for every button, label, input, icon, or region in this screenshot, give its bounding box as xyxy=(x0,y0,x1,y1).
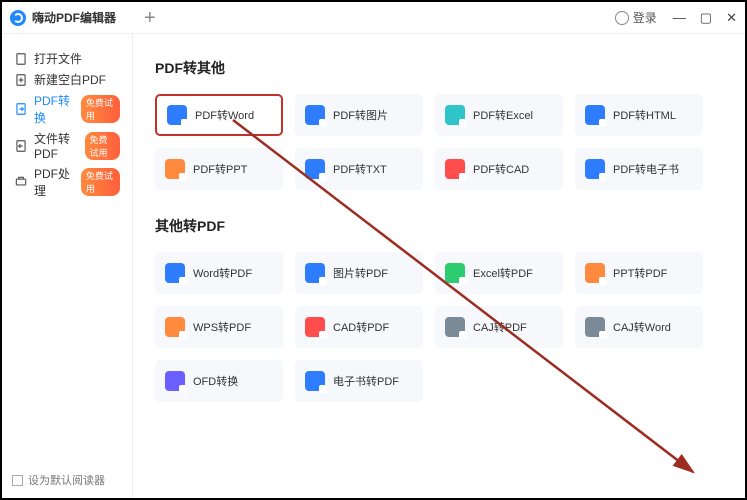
nav-icon xyxy=(14,52,28,66)
badge: 免费试用 xyxy=(85,132,121,160)
tool-label: PDF转CAD xyxy=(473,161,529,177)
tool-0-2[interactable]: PDF转Excel xyxy=(435,94,563,136)
sidebar-item-4[interactable]: PDF处理免费试用 xyxy=(10,163,124,201)
tool-label: CAD转PDF xyxy=(333,319,389,335)
tool-grid-0: PDF转Word PDF转图片 PDF转Excel PDF转HTML PDF转PPT PD… xyxy=(155,94,723,190)
app-title: 嗨动PDF编辑器 xyxy=(32,9,116,26)
tool-0-0[interactable]: PDF转Word xyxy=(155,94,283,136)
login-label: 登录 xyxy=(633,9,657,26)
nav-icon xyxy=(14,73,28,87)
tool-0-4[interactable]: PDF转PPT xyxy=(155,148,283,190)
tool-icon xyxy=(445,263,465,283)
tool-icon xyxy=(167,105,187,125)
tool-icon xyxy=(165,317,185,337)
close-button[interactable]: ✕ xyxy=(726,10,737,26)
default-reader-checkbox[interactable]: 设为默认阅读器 xyxy=(12,472,105,488)
tool-label: Word转PDF xyxy=(193,265,252,281)
tool-0-3[interactable]: PDF转HTML xyxy=(575,94,703,136)
tool-0-7[interactable]: PDF转电子书 xyxy=(575,148,703,190)
tool-label: PDF转图片 xyxy=(333,107,388,123)
sidebar-item-3[interactable]: 文件转PDF 免费试用 xyxy=(10,128,124,163)
default-reader-label: 设为默认阅读器 xyxy=(28,472,105,488)
tool-label: PDF转Word xyxy=(195,107,254,123)
tool-icon xyxy=(585,105,605,125)
new-tab-button[interactable]: + xyxy=(144,8,156,28)
tool-1-3[interactable]: PPT转PDF xyxy=(575,252,703,294)
tool-icon xyxy=(305,371,325,391)
tool-label: PDF转HTML xyxy=(613,107,676,123)
sidebar-item-0[interactable]: 打开文件 xyxy=(10,48,124,69)
tool-grid-1: Word转PDF 图片转PDF Excel转PDF PPT转PDF WPS转PDF CAD… xyxy=(155,252,723,402)
tool-1-8[interactable]: OFD转换 xyxy=(155,360,283,402)
tool-label: PDF转电子书 xyxy=(613,161,679,177)
section-title-0: PDF转其他 xyxy=(155,58,723,78)
tool-icon xyxy=(305,263,325,283)
tool-1-6[interactable]: CAJ转PDF xyxy=(435,306,563,348)
checkbox-icon xyxy=(12,475,23,486)
app-logo-icon xyxy=(10,10,26,26)
tool-icon xyxy=(305,159,325,179)
badge: 免费试用 xyxy=(81,168,120,196)
maximize-button[interactable]: ▢ xyxy=(700,10,712,26)
tool-label: PDF转TXT xyxy=(333,161,387,177)
tool-icon xyxy=(445,159,465,179)
tool-label: Excel转PDF xyxy=(473,265,533,281)
user-icon xyxy=(615,11,629,25)
login-button[interactable]: 登录 xyxy=(615,9,657,26)
tool-icon xyxy=(165,159,185,179)
minimize-button[interactable]: — xyxy=(673,10,686,26)
tool-icon xyxy=(305,105,325,125)
nav-label: 新建空白PDF xyxy=(34,71,106,88)
tool-icon xyxy=(165,371,185,391)
tool-1-9[interactable]: 电子书转PDF xyxy=(295,360,423,402)
tool-icon xyxy=(585,263,605,283)
sidebar: 打开文件新建空白PDFPDF转换免费试用文件转PDF免费试用PDF处理免费试用 … xyxy=(2,34,132,498)
tool-label: PPT转PDF xyxy=(613,265,667,281)
tool-1-0[interactable]: Word转PDF xyxy=(155,252,283,294)
tool-label: 图片转PDF xyxy=(333,265,388,281)
nav-icon xyxy=(14,139,28,153)
tool-label: OFD转换 xyxy=(193,373,238,389)
tool-label: WPS转PDF xyxy=(193,319,251,335)
tool-icon xyxy=(445,105,465,125)
tool-1-5[interactable]: CAD转PDF xyxy=(295,306,423,348)
nav-label: 文件转PDF xyxy=(34,130,77,161)
nav-icon xyxy=(14,102,28,116)
tool-icon xyxy=(585,317,605,337)
badge: 免费试用 xyxy=(81,95,120,123)
tool-0-5[interactable]: PDF转TXT xyxy=(295,148,423,190)
tool-label: 电子书转PDF xyxy=(333,373,399,389)
tool-0-1[interactable]: PDF转图片 xyxy=(295,94,423,136)
tool-icon xyxy=(165,263,185,283)
nav-label: PDF处理 xyxy=(34,165,73,199)
tool-1-7[interactable]: CAJ转Word xyxy=(575,306,703,348)
tool-1-2[interactable]: Excel转PDF xyxy=(435,252,563,294)
sidebar-item-2[interactable]: PDF转换免费试用 xyxy=(10,90,124,128)
tool-icon xyxy=(585,159,605,179)
tool-label: PDF转Excel xyxy=(473,107,533,123)
sidebar-item-1[interactable]: 新建空白PDF xyxy=(10,69,124,90)
tool-1-1[interactable]: 图片转PDF xyxy=(295,252,423,294)
content-area: PDF转其他PDF转WordPDF转图片PDF转ExcelPDF转HTMLPDF… xyxy=(132,34,745,498)
nav-icon xyxy=(14,175,28,189)
tool-icon xyxy=(445,317,465,337)
nav-label: 打开文件 xyxy=(34,50,82,67)
tool-0-6[interactable]: PDF转CAD xyxy=(435,148,563,190)
tool-icon xyxy=(305,317,325,337)
tool-label: CAJ转Word xyxy=(613,319,671,335)
window-controls: — ▢ ✕ xyxy=(673,10,737,26)
main-area: 打开文件新建空白PDFPDF转换免费试用文件转PDF免费试用PDF处理免费试用 … xyxy=(2,34,745,498)
section-title-1: 其他转PDF xyxy=(155,216,723,236)
titlebar: 嗨动PDF编辑器 + 登录 — ▢ ✕ xyxy=(2,2,745,34)
tool-label: CAJ转PDF xyxy=(473,319,527,335)
tool-label: PDF转PPT xyxy=(193,161,247,177)
tool-1-4[interactable]: WPS转PDF xyxy=(155,306,283,348)
nav-label: PDF转换 xyxy=(34,92,73,126)
